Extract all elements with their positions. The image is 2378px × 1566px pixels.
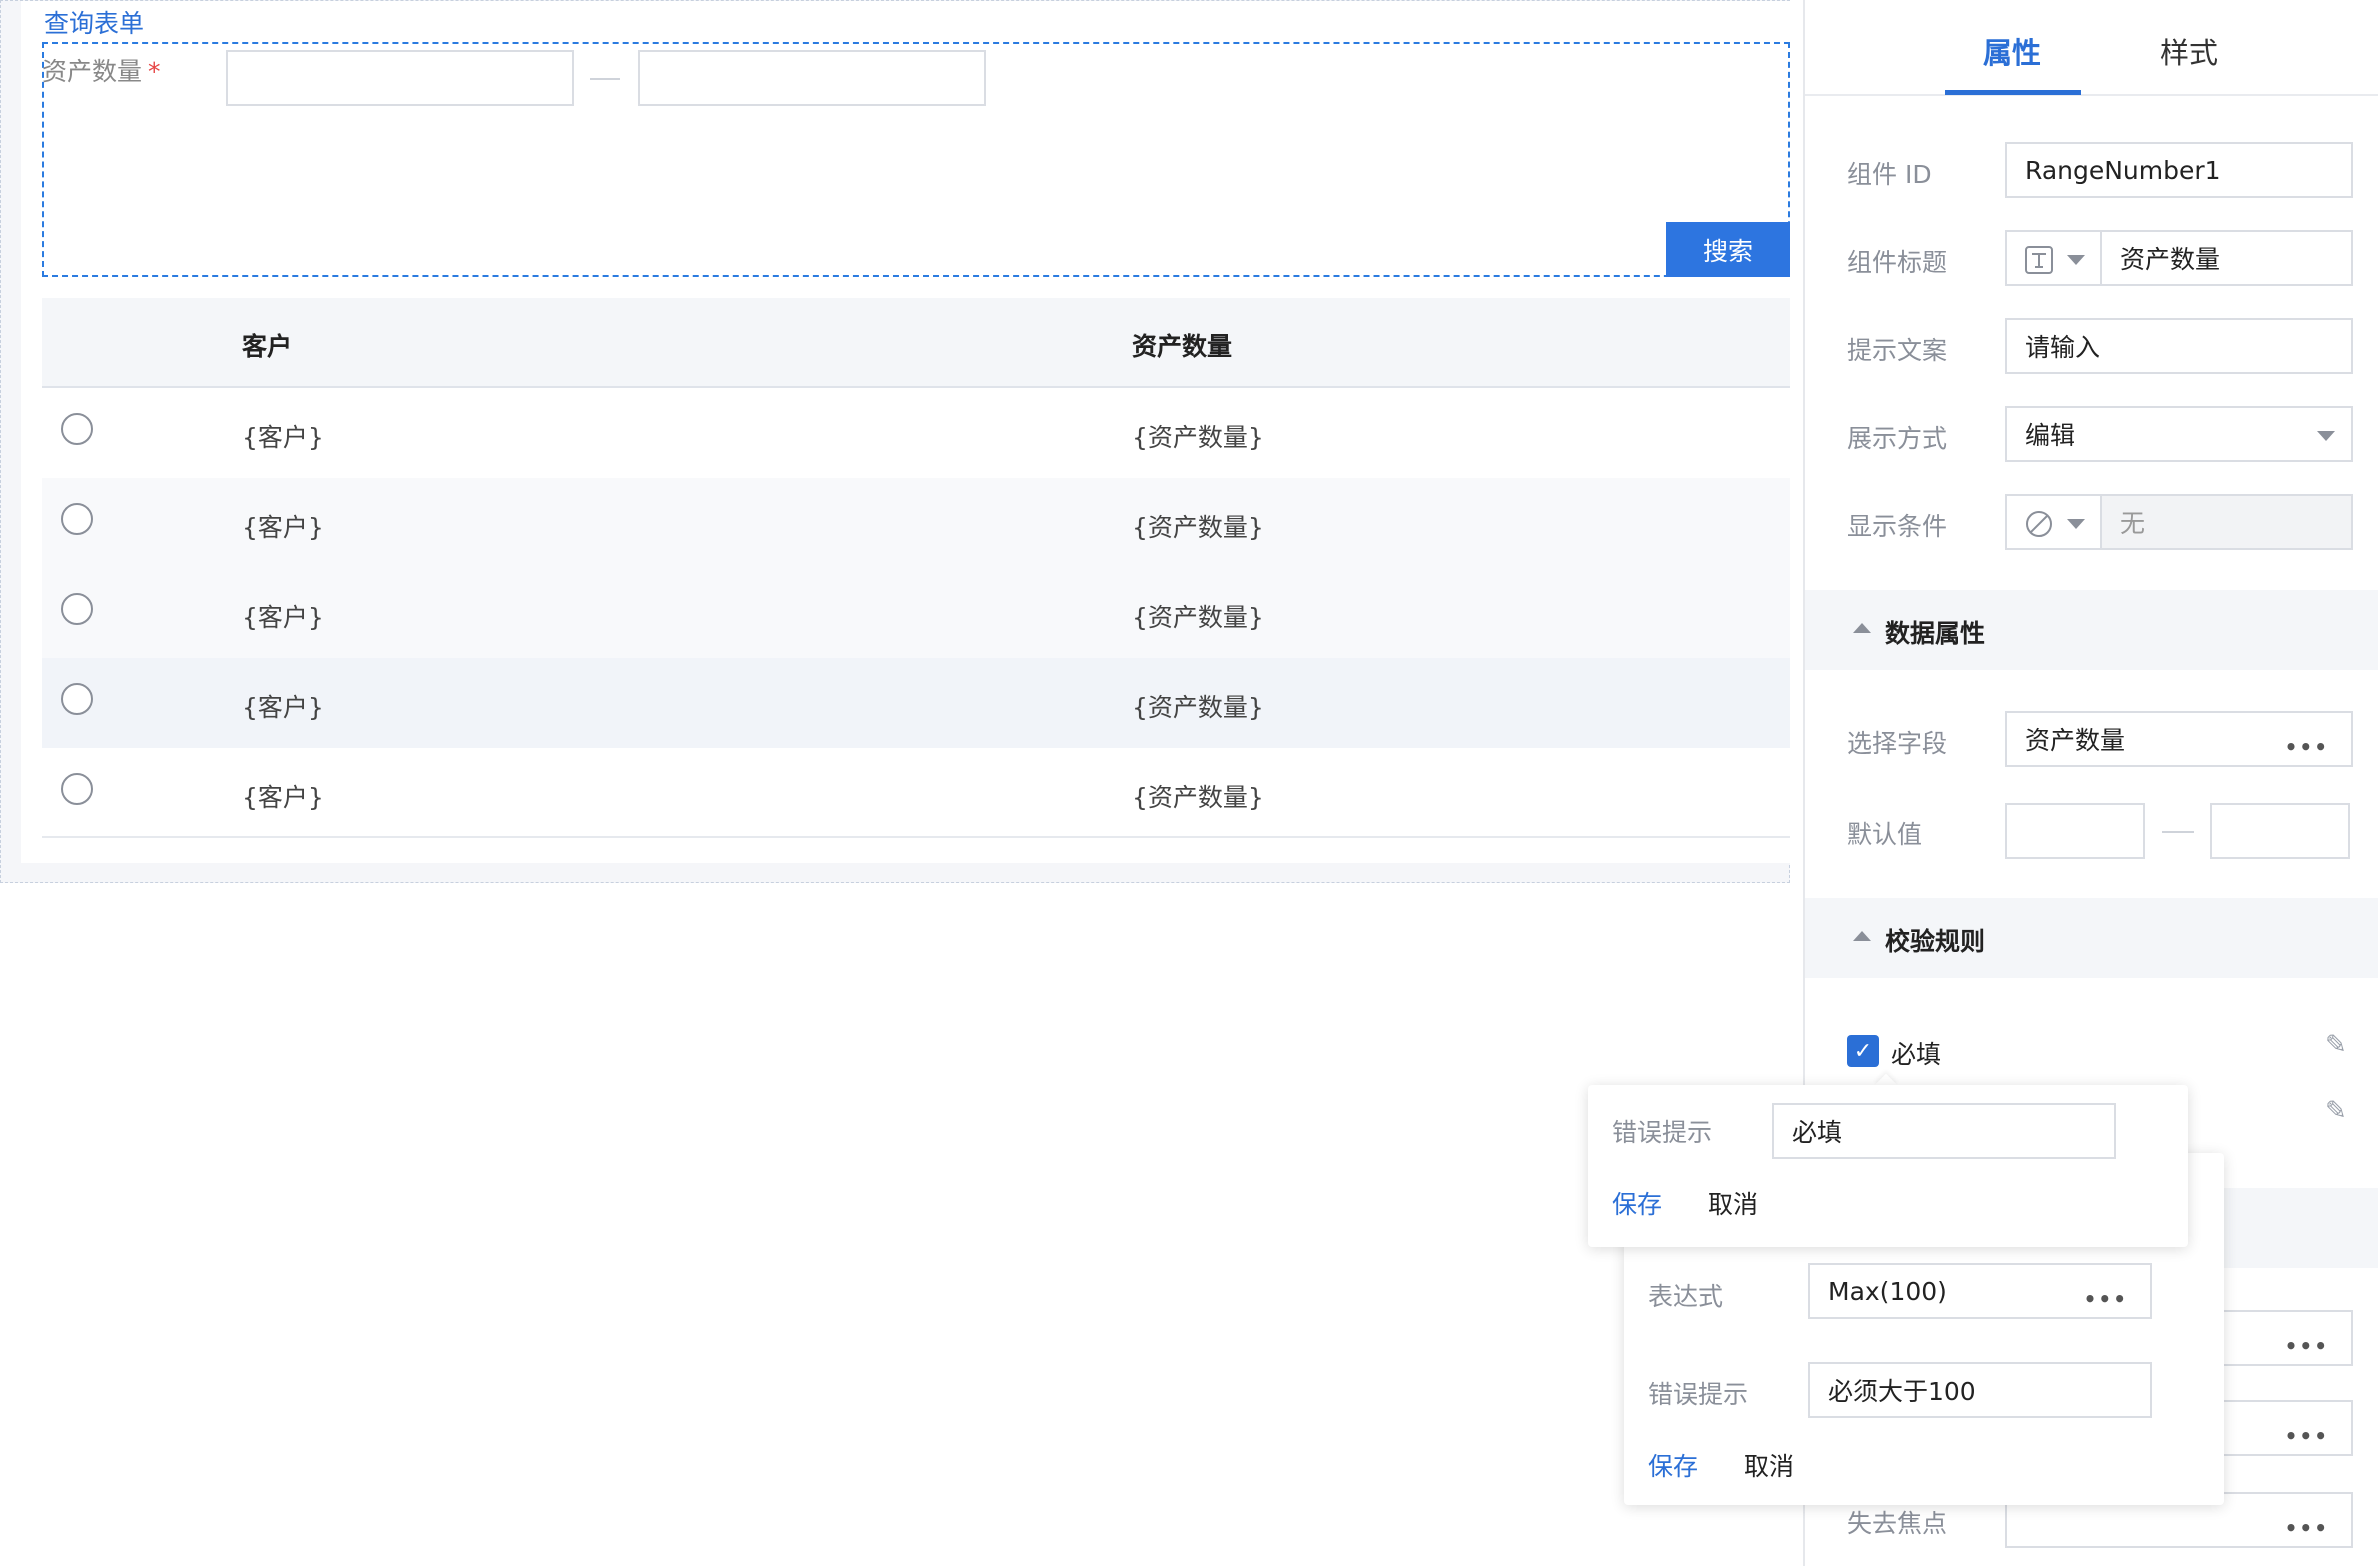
title-type-select[interactable] (2005, 230, 2100, 286)
edit-icon[interactable]: ✎ (2325, 1030, 2347, 1060)
column-header-customer: 客户 (242, 332, 293, 361)
expression-value: Max(100) (1828, 1276, 1947, 1306)
hint-text-value: 请输入 (2025, 333, 2101, 362)
chevron-down-icon (2067, 519, 2085, 529)
default-min-input[interactable] (2005, 803, 2145, 859)
data-table: 客户 资产数量 {客户} {资产数量} {客户} {资产数量} {客户} {资产… (42, 298, 1790, 838)
table-row[interactable]: {客户} {资产数量} (42, 748, 1790, 838)
data-attributes-section[interactable]: 数据属性 (1805, 590, 2378, 670)
more-icon[interactable]: ••• (2285, 735, 2329, 759)
more-icon[interactable]: ••• (2084, 1287, 2128, 1311)
display-mode-label: 展示方式 (1847, 424, 1948, 453)
save-button[interactable]: 保存 (1612, 1185, 1662, 1221)
blur-event-label: 失去焦点 (1847, 1509, 1948, 1538)
search-button[interactable]: 搜索 (1666, 222, 1790, 277)
tab-attributes[interactable]: 属性 (1983, 30, 2041, 72)
error-hint-input[interactable]: 必填 (1772, 1103, 2116, 1159)
cell-customer: {客户} (242, 603, 324, 632)
component-id-label: 组件 ID (1847, 160, 1932, 189)
tab-style[interactable]: 样式 (2160, 30, 2218, 72)
cell-asset-count: {资产数量} (1132, 783, 1264, 812)
hint-text-input[interactable]: 请输入 (2005, 318, 2353, 374)
error-hint-input[interactable]: 必须大于100 (1808, 1362, 2152, 1418)
cell-asset-count: {资产数量} (1132, 513, 1264, 542)
display-mode-select[interactable]: 编辑 (2005, 406, 2353, 462)
panel-tabs: 属性 样式 (1805, 0, 2378, 96)
column-header-asset-count: 资产数量 (1132, 332, 1233, 361)
validation-rules-section[interactable]: 校验规则 (1805, 898, 2378, 978)
component-title-value: 资产数量 (2120, 245, 2221, 274)
range-separator (590, 78, 620, 80)
expression-label: 表达式 (1648, 1282, 1724, 1311)
error-hint-value: 必填 (1792, 1118, 1843, 1147)
required-rule-label: 必填 (1891, 1040, 1942, 1069)
component-title-label: 组件标题 (1847, 248, 1948, 277)
table-row[interactable]: {客户} {资产数量} (42, 388, 1790, 478)
active-tab-indicator (1945, 90, 2081, 95)
row-radio[interactable] (61, 413, 93, 445)
row-radio[interactable] (61, 593, 93, 625)
query-form-title: 查询表单 (44, 9, 145, 38)
default-value-label: 默认值 (1847, 820, 1923, 849)
error-hint-label: 错误提示 (1612, 1118, 1713, 1147)
collapse-icon (1853, 623, 1871, 633)
expression-input[interactable]: Max(100) ••• (1808, 1263, 2152, 1319)
cell-asset-count: {资产数量} (1132, 693, 1264, 722)
cell-customer: {客户} (242, 783, 324, 812)
default-max-input[interactable] (2210, 803, 2350, 859)
chevron-down-icon (2317, 431, 2335, 441)
required-rule-popover: 错误提示 必填 保存 取消 (1588, 1085, 2188, 1247)
table-row[interactable]: {客户} {资产数量} (42, 658, 1790, 748)
cell-customer: {客户} (242, 693, 324, 722)
none-icon (2026, 511, 2052, 537)
row-radio[interactable] (61, 773, 93, 805)
cell-customer: {客户} (242, 513, 324, 542)
component-id-value: RangeNumber1 (2025, 155, 2221, 185)
cell-asset-count: {资产数量} (1132, 603, 1264, 632)
display-condition-input: 无 (2100, 494, 2353, 550)
required-mark: * (148, 57, 161, 86)
hint-text-label: 提示文案 (1847, 336, 1948, 365)
section-title: 校验规则 (1885, 927, 1986, 956)
table-header: 客户 资产数量 (42, 298, 1790, 388)
range-max-input[interactable] (638, 50, 986, 106)
select-field-input[interactable]: 资产数量 ••• (2005, 711, 2353, 767)
more-icon[interactable]: ••• (2285, 1334, 2329, 1358)
text-type-icon (2025, 246, 2053, 274)
cell-customer: {客户} (242, 423, 324, 452)
display-mode-value: 编辑 (2025, 421, 2076, 450)
range-separator (2162, 831, 2194, 833)
component-id-input[interactable]: RangeNumber1 (2005, 142, 2353, 198)
error-hint-value: 必须大于100 (1828, 1377, 1976, 1406)
cell-asset-count: {资产数量} (1132, 423, 1264, 452)
select-field-value: 资产数量 (2025, 726, 2126, 755)
component-title-input[interactable]: 资产数量 (2100, 230, 2353, 286)
section-title: 数据属性 (1885, 619, 1986, 648)
row-radio[interactable] (61, 503, 93, 535)
cancel-button[interactable]: 取消 (1708, 1185, 1758, 1221)
error-hint-label: 错误提示 (1648, 1380, 1749, 1409)
cancel-button[interactable]: 取消 (1744, 1447, 1794, 1483)
range-min-input[interactable] (226, 50, 574, 106)
collapse-icon (1853, 931, 1871, 941)
more-icon[interactable]: ••• (2285, 1516, 2329, 1540)
select-field-label: 选择字段 (1847, 729, 1948, 758)
condition-type-select[interactable] (2005, 494, 2100, 550)
chevron-down-icon (2067, 255, 2085, 265)
more-icon[interactable]: ••• (2285, 1424, 2329, 1448)
save-button[interactable]: 保存 (1648, 1447, 1698, 1483)
row-radio[interactable] (61, 683, 93, 715)
table-row[interactable]: {客户} {资产数量} (42, 478, 1790, 568)
edit-icon[interactable]: ✎ (2325, 1096, 2347, 1126)
display-condition-value: 无 (2120, 509, 2146, 538)
display-condition-label: 显示条件 (1847, 512, 1948, 541)
table-row[interactable]: {客户} {资产数量} (42, 568, 1790, 658)
asset-count-field-label: 资产数量 * (42, 57, 161, 86)
required-checkbox[interactable]: ✓ (1847, 1035, 1879, 1067)
